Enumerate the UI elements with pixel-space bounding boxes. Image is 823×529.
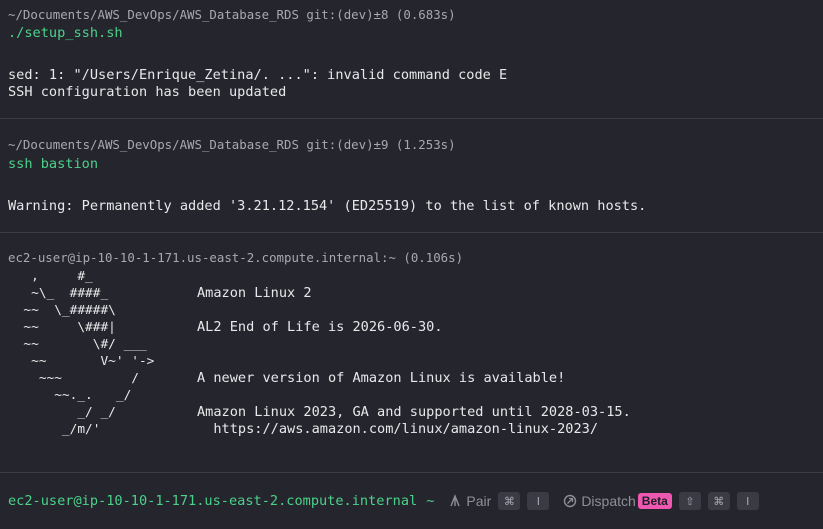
block-divider	[0, 472, 823, 473]
output-line: sed: 1: "/Users/Enrique_Zetina/. ...": i…	[8, 67, 508, 83]
command-text: ./setup_ssh.sh	[8, 25, 123, 41]
dispatch-shortcut-key: I	[736, 492, 759, 510]
dispatch-button[interactable]: Dispatch Beta ⇧ ⌘ I	[563, 492, 759, 510]
pair-label: Pair	[466, 493, 492, 509]
input-prompt-bar[interactable]: ec2-user@ip-10-10-1-171.us-east-2.comput…	[0, 484, 823, 518]
motd-distro: Amazon Linux 2	[197, 285, 312, 301]
block-header: ec2-user@ip-10-10-1-171.us-east-2.comput…	[8, 250, 464, 265]
beta-badge: Beta	[637, 493, 672, 509]
motd-banner: , #_ ~\_ ####_ ~~ \_#####\ ~~ \###| ~~ \…	[8, 268, 818, 468]
output-line: Warning: Permanently added '3.21.12.154'…	[8, 198, 647, 214]
pair-button[interactable]: Pair ⌘ I	[448, 492, 550, 510]
dispatch-shortcut-key: ⇧	[678, 492, 701, 510]
block-divider	[0, 232, 823, 233]
command-text: ssh bastion	[8, 156, 99, 172]
motd-newer: A newer version of Amazon Linux is avail…	[197, 370, 566, 386]
motd-url[interactable]: https://aws.amazon.com/linux/amazon-linu…	[197, 421, 598, 438]
output-line: SSH configuration has been updated	[8, 84, 287, 100]
motd-al2023: Amazon Linux 2023, GA and supported unti…	[197, 404, 631, 420]
block-header: ~/Documents/AWS_DevOps/AWS_Database_RDS …	[8, 137, 456, 152]
dispatch-shortcut-key: ⌘	[707, 492, 730, 510]
pair-icon	[450, 494, 461, 507]
block-header: ~/Documents/AWS_DevOps/AWS_Database_RDS …	[8, 7, 456, 22]
ascii-art-logo: , #_ ~\_ ####_ ~~ \_#####\ ~~ \###| ~~ \…	[23, 269, 155, 437]
pair-shortcut-key: ⌘	[498, 492, 521, 510]
terminal-window[interactable]: ~/Documents/AWS_DevOps/AWS_Database_RDS …	[0, 0, 823, 529]
dispatch-icon	[564, 494, 577, 508]
dispatch-label: Dispatch	[581, 493, 636, 509]
pair-shortcut-key: I	[527, 492, 550, 510]
prompt-host: ec2-user@ip-10-10-1-171.us-east-2.comput…	[8, 493, 418, 509]
block-divider	[0, 118, 823, 119]
prompt-cwd: ~	[426, 493, 435, 509]
motd-eol: AL2 End of Life is 2026-06-30.	[197, 319, 443, 335]
